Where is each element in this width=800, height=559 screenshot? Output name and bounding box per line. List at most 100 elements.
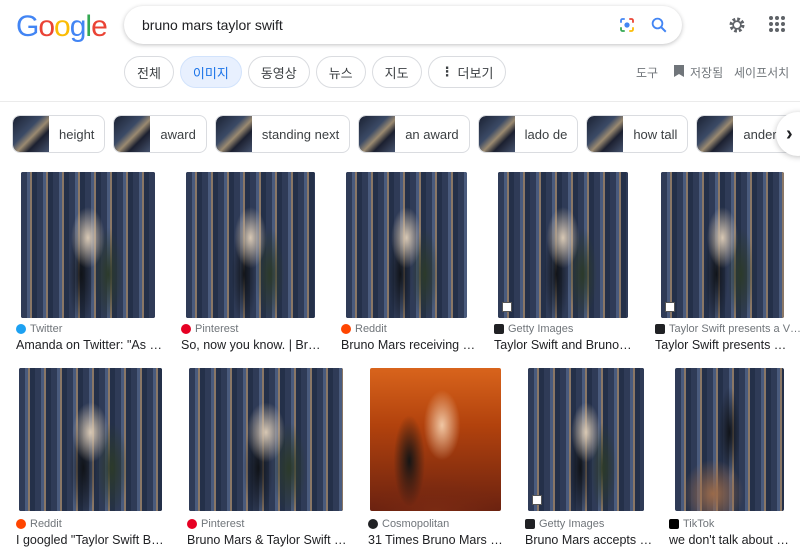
result-image bbox=[661, 172, 784, 318]
result-source[interactable]: TikTok bbox=[669, 518, 714, 530]
chip-thumbnail bbox=[13, 116, 49, 152]
result-image bbox=[186, 172, 315, 318]
result-image bbox=[370, 368, 501, 511]
pinterest-icon bbox=[181, 324, 191, 334]
chip-label: how tall bbox=[633, 126, 678, 142]
search-box[interactable]: bruno mars taylor swift bbox=[124, 6, 682, 44]
result-source[interactable]: Reddit bbox=[16, 518, 62, 530]
result-image bbox=[498, 172, 628, 318]
apps-grid-icon[interactable] bbox=[768, 15, 786, 33]
chip-thumbnail bbox=[587, 116, 624, 152]
result-title[interactable]: I googled "Taylor Swift Bru… bbox=[16, 533, 166, 547]
result-source[interactable]: Twitter bbox=[16, 323, 62, 335]
tab-label: 전체 bbox=[137, 65, 161, 81]
logo-letter: o bbox=[54, 10, 71, 43]
result-image bbox=[528, 368, 644, 511]
google-lens-icon[interactable] bbox=[618, 16, 636, 34]
getty-icon bbox=[655, 324, 665, 334]
result-thumbnail[interactable] bbox=[675, 368, 784, 511]
google-logo[interactable]: Google bbox=[16, 10, 108, 44]
tab-maps[interactable]: 지도 bbox=[371, 56, 422, 88]
result-source[interactable]: Getty Images bbox=[525, 518, 604, 530]
result-thumbnail[interactable] bbox=[370, 368, 501, 511]
result-thumbnail[interactable] bbox=[498, 172, 628, 318]
logo-letter: G bbox=[16, 10, 39, 43]
chip-label: height bbox=[59, 126, 95, 142]
tab-videos[interactable]: 동영상 bbox=[247, 56, 310, 88]
tab-all[interactable]: 전체 bbox=[124, 56, 174, 88]
result-source[interactable]: Pinterest bbox=[187, 518, 244, 530]
chip-label: an award bbox=[405, 126, 459, 142]
tiktok-icon bbox=[669, 519, 679, 529]
source-label: Getty Images bbox=[508, 323, 574, 335]
result-title[interactable]: Taylor Swift and Bruno M… bbox=[494, 338, 634, 352]
chip-thumbnail bbox=[114, 116, 151, 152]
result-title[interactable]: Bruno Mars accepts a… bbox=[525, 533, 655, 547]
tab-label: 지도 bbox=[384, 65, 409, 81]
image-badge-icon bbox=[532, 495, 542, 505]
chip[interactable]: how tall bbox=[586, 115, 689, 153]
result-image bbox=[19, 368, 162, 511]
result-source[interactable]: Pinterest bbox=[181, 323, 238, 335]
chip[interactable]: height bbox=[12, 115, 106, 153]
safesearch-button[interactable]: 세이프서치 bbox=[734, 64, 789, 81]
result-title[interactable]: Bruno Mars & Taylor Swift | P… bbox=[187, 533, 347, 547]
image-badge-icon bbox=[502, 302, 512, 312]
search-icon[interactable] bbox=[650, 16, 668, 34]
tab-images[interactable]: 이미지 bbox=[179, 56, 242, 88]
twitter-icon bbox=[16, 324, 26, 334]
logo-letter: e bbox=[91, 10, 108, 43]
result-title[interactable]: 31 Times Bruno Mars W… bbox=[368, 533, 508, 547]
chip-label: award bbox=[160, 126, 196, 142]
result-title[interactable]: we don't talk about br… bbox=[669, 533, 793, 547]
chip-thumbnail bbox=[478, 116, 515, 152]
result-thumbnail[interactable] bbox=[19, 368, 162, 511]
chip[interactable]: lado de bbox=[477, 115, 579, 153]
gear-icon[interactable] bbox=[727, 15, 747, 35]
source-label: Reddit bbox=[30, 518, 62, 530]
result-image bbox=[189, 368, 343, 511]
result-title[interactable]: Taylor Swift presents a … bbox=[655, 338, 789, 352]
logo-letter: g bbox=[69, 10, 87, 43]
source-label: Cosmopolitan bbox=[382, 518, 450, 530]
result-source[interactable]: Cosmopolitan bbox=[368, 518, 449, 530]
logo-letter: o bbox=[38, 10, 55, 43]
tab-more[interactable]: ⋮ 더보기 bbox=[427, 56, 507, 88]
chip[interactable]: an award bbox=[358, 115, 470, 153]
getty-icon bbox=[525, 519, 535, 529]
chip-thumbnail bbox=[697, 116, 734, 152]
source-label: Pinterest bbox=[201, 518, 245, 530]
result-thumbnail[interactable] bbox=[346, 172, 467, 318]
chip[interactable]: award bbox=[113, 115, 207, 153]
tab-label: 동영상 bbox=[260, 65, 297, 81]
result-image bbox=[675, 368, 784, 511]
result-image bbox=[21, 172, 155, 318]
source-label: Taylor Swift presents a V… bbox=[669, 323, 800, 335]
result-source[interactable]: Getty Images bbox=[494, 323, 573, 335]
result-title[interactable]: Amanda on Twitter: "As Br… bbox=[16, 338, 164, 352]
result-thumbnail[interactable] bbox=[528, 368, 644, 511]
result-source[interactable]: Reddit bbox=[341, 323, 387, 335]
result-thumbnail[interactable] bbox=[661, 172, 784, 318]
result-thumbnail[interactable] bbox=[21, 172, 155, 318]
pinterest-icon bbox=[187, 519, 197, 529]
saved-button[interactable]: 저장됨 bbox=[690, 64, 723, 81]
tab-label: 뉴스 bbox=[328, 65, 353, 81]
source-label: Pinterest bbox=[195, 323, 239, 335]
result-title[interactable]: So, now you know. | Brun… bbox=[181, 338, 326, 352]
getty-icon bbox=[494, 324, 504, 334]
more-vert-icon: ⋮ bbox=[440, 64, 454, 79]
result-thumbnail[interactable] bbox=[186, 172, 315, 318]
tab-news[interactable]: 뉴스 bbox=[315, 56, 366, 88]
source-label: Twitter bbox=[30, 323, 63, 335]
search-tabs: 전체 이미지 동영상 뉴스 지도 ⋮ 더보기 bbox=[124, 56, 507, 88]
result-thumbnail[interactable] bbox=[189, 368, 343, 511]
tools-button[interactable]: 도구 bbox=[636, 64, 658, 81]
chip-label: standing next bbox=[261, 126, 340, 142]
chip-thumbnail bbox=[359, 116, 396, 152]
result-title[interactable]: Bruno Mars receiving a… bbox=[341, 338, 477, 352]
result-source[interactable]: Taylor Swift presents a V… bbox=[655, 323, 800, 335]
bookmark-icon[interactable] bbox=[673, 64, 685, 78]
chip[interactable]: standing next bbox=[214, 115, 351, 153]
search-input[interactable]: bruno mars taylor swift bbox=[142, 17, 618, 33]
